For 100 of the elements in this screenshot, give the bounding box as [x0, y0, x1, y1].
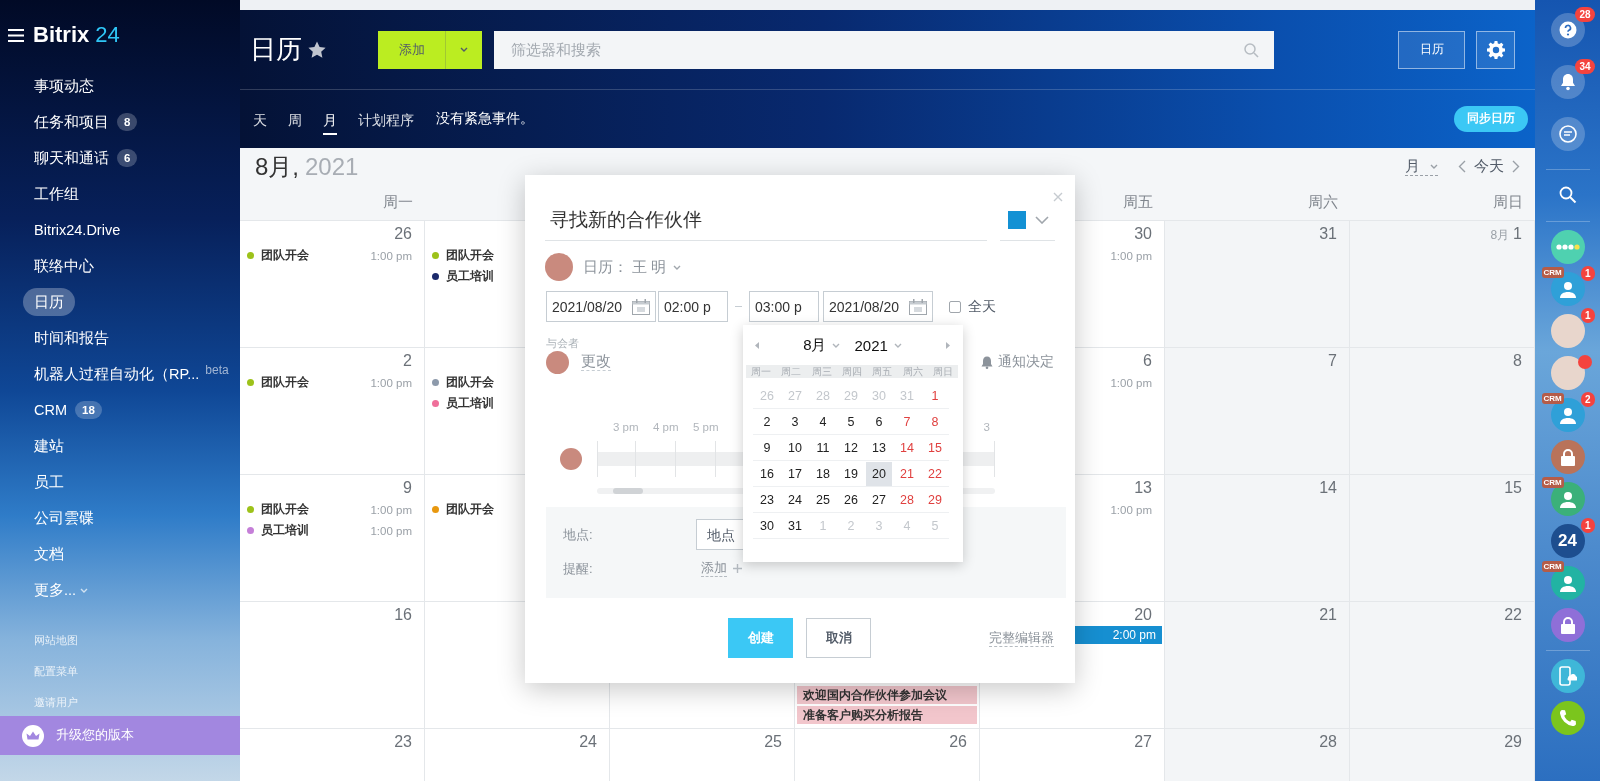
sidebar-item[interactable]: 机器人过程自动化（RP... beta [23, 360, 240, 388]
day-number: 2 [403, 352, 412, 370]
calendar-day[interactable]: 17 [782, 461, 808, 486]
sidebar-item[interactable]: 任务和项目 8 [23, 108, 149, 136]
calendar-day[interactable]: 22 [922, 461, 948, 486]
time-field[interactable]: 02:00 p [658, 291, 728, 322]
all-day-checkbox[interactable] [949, 300, 961, 313]
calendar-day[interactable]: 4 [810, 409, 836, 434]
group-avatar[interactable] [1550, 230, 1585, 264]
sidebar-item[interactable]: 事项动态 [23, 72, 105, 100]
view-tab[interactable]: 月 [323, 107, 337, 135]
event-title[interactable]: 团队开会 [261, 374, 309, 391]
mobile-app-button[interactable] [1550, 659, 1585, 693]
calendar-day[interactable]: 8 [922, 409, 948, 434]
view-dropdown[interactable]: 月 [1405, 157, 1438, 176]
sidebar-item[interactable]: 聊天和通话 6 [23, 144, 149, 172]
star-icon[interactable] [308, 41, 326, 58]
calendar-day[interactable]: 13 [866, 435, 892, 460]
calendar-day[interactable]: 10 [782, 435, 808, 460]
calendar-day[interactable]: 14 [894, 435, 920, 460]
calendar-day[interactable]: 21 [894, 461, 920, 486]
event-title[interactable]: 团队开会 [446, 247, 494, 264]
locked-chat-avatar[interactable] [1550, 608, 1585, 642]
sidebar-item[interactable]: 建站 [23, 432, 75, 460]
date-field[interactable]: 2021/08/20 [546, 291, 656, 322]
sidebar-item[interactable]: 时间和报告 [23, 324, 120, 352]
calendar-day[interactable]: 25 [810, 487, 836, 512]
calendar-day[interactable]: 26 [838, 487, 864, 512]
previous-icon[interactable] [1458, 160, 1466, 173]
calendar-day[interactable]: 12 [838, 435, 864, 460]
view-tab[interactable]: 周 [288, 107, 302, 135]
sidebar-item[interactable]: 文档 [23, 540, 75, 568]
messages-button[interactable] [1550, 117, 1585, 151]
event-bar[interactable]: 2:00 pm [1075, 626, 1162, 644]
calendar-day[interactable]: 3 [782, 409, 808, 434]
sidebar-item[interactable]: 公司雲碟 [23, 504, 105, 532]
event-bar[interactable]: 准备客户购买分析报告 [797, 706, 977, 724]
sidebar-item[interactable]: Bitrix24.Drive [23, 216, 132, 244]
event-title[interactable]: 团队开会 [446, 501, 494, 518]
event-title[interactable]: 员工培训 [446, 268, 494, 285]
event-title[interactable]: 团队开会 [261, 247, 309, 264]
sidebar-item[interactable]: 日历 [23, 288, 75, 316]
locked-chat-avatar[interactable] [1550, 440, 1585, 474]
sidebar-item[interactable]: 工作组 [23, 180, 90, 208]
count-badge: 6 [117, 149, 138, 167]
time-field[interactable]: 03:00 p [749, 291, 819, 322]
crm-tag: CRM [1541, 477, 1564, 488]
sidebar-item[interactable]: 联络中心 [23, 252, 105, 280]
status-text: 没有紧急事件。 [436, 109, 534, 128]
caret-icon [80, 587, 89, 593]
event-bar[interactable]: 欢迎国内合作伙伴参加会议 [797, 686, 977, 704]
calendar-day[interactable]: 9 [754, 435, 780, 460]
counter-badge: 34 [1575, 59, 1595, 74]
date-field[interactable]: 2021/08/20 [823, 291, 933, 322]
calendar-day[interactable]: 6 [866, 409, 892, 434]
call-button[interactable] [1550, 701, 1585, 735]
calendar-day[interactable]: 28 [894, 487, 920, 512]
search-field[interactable]: 筛选器和搜索 [494, 30, 1274, 69]
app-avatar[interactable]: 24 [1550, 524, 1585, 558]
today-button[interactable]: 今天 [1474, 157, 1504, 176]
calendar-day[interactable]: 23 [754, 487, 780, 512]
calendar-day[interactable]: 29 [922, 487, 948, 512]
counter-badge: 28 [1575, 7, 1595, 22]
calendar-button[interactable]: 日历 [1398, 30, 1465, 69]
photo-placeholder[interactable] [1550, 356, 1585, 390]
cancel-button[interactable]: 取消 [806, 618, 871, 658]
calendar-day[interactable]: 1 [922, 383, 948, 408]
calendar-day[interactable]: 16 [754, 461, 780, 486]
event-time: 1:00 pm [1110, 376, 1152, 389]
title-field[interactable]: 寻找新的合作伙伴 [545, 199, 987, 241]
calendar-day[interactable]: 31 [782, 513, 808, 538]
settings-button[interactable] [1476, 30, 1515, 69]
event-title[interactable]: 团队开会 [446, 374, 494, 391]
add-menu-button[interactable] [445, 30, 482, 69]
calendar-day[interactable]: 15 [922, 435, 948, 460]
count-badge: 8 [117, 113, 138, 131]
view-tab[interactable]: 计划程序 [358, 107, 414, 135]
calendar-day[interactable]: 19 [838, 461, 864, 486]
month-dropdown[interactable]: 8月 [803, 335, 841, 355]
event-title[interactable]: 员工培训 [261, 522, 309, 539]
event-title[interactable]: 团队开会 [261, 501, 309, 518]
add-button[interactable]: 添加 [378, 30, 445, 69]
sidebar-item[interactable]: CRM 18 [23, 396, 113, 424]
calendar-day[interactable]: 7 [894, 409, 920, 434]
calendar-day[interactable]: 30 [754, 513, 780, 538]
photo-placeholder[interactable] [1550, 314, 1585, 348]
logo-number: 24 [95, 22, 120, 48]
menu-icon[interactable] [8, 28, 24, 42]
next-icon[interactable] [1512, 160, 1520, 173]
sidebar-item[interactable]: 员工 [23, 468, 75, 496]
calendar-day[interactable]: 11 [810, 435, 836, 460]
calendar-day[interactable]: 2 [754, 409, 780, 434]
calendar-day[interactable]: 18 [810, 461, 836, 486]
view-tab[interactable]: 天 [253, 107, 267, 135]
calendar-day[interactable]: 27 [866, 487, 892, 512]
calendar-day[interactable]: 20 [866, 461, 892, 486]
calendar-day[interactable]: 5 [838, 409, 864, 434]
event-title[interactable]: 员工培训 [446, 395, 494, 412]
year-dropdown[interactable]: 2021 [854, 336, 902, 354]
calendar-day[interactable]: 24 [782, 487, 808, 512]
